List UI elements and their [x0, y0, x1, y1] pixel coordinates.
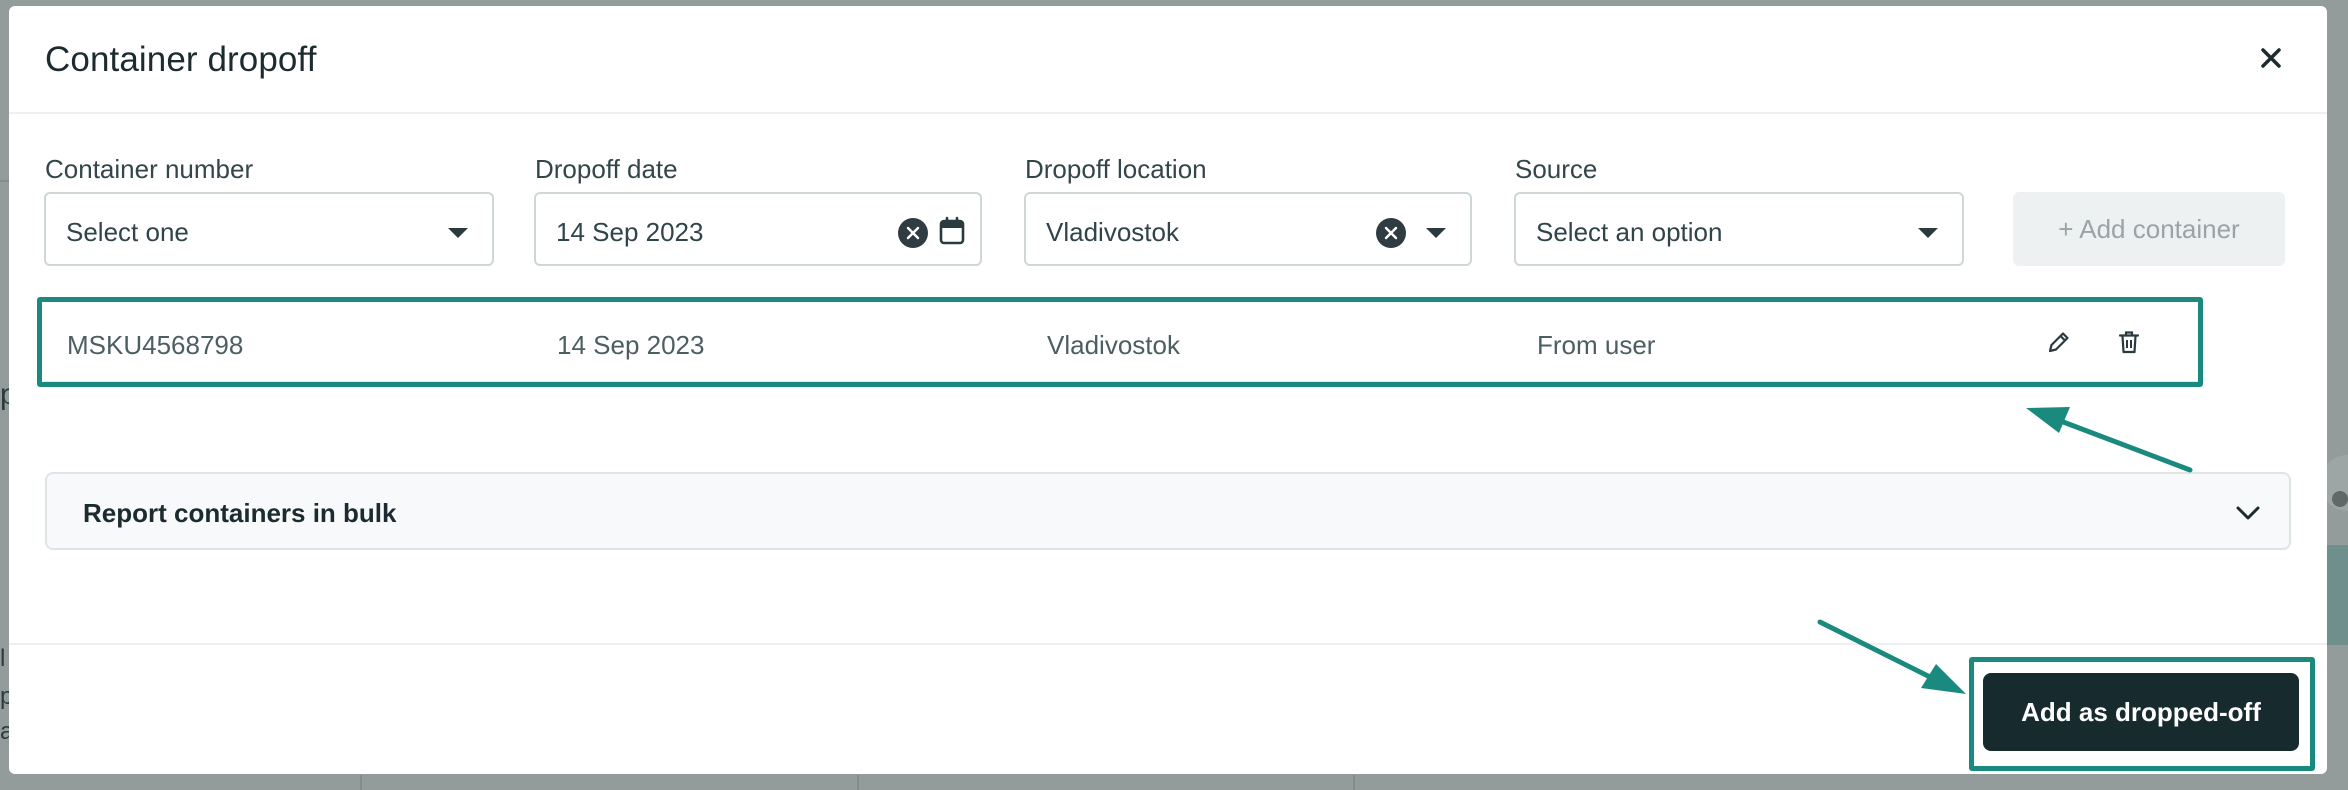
modal-header: Container dropoff: [9, 6, 2327, 114]
clear-location-button[interactable]: [1376, 218, 1406, 248]
modal-title: Container dropoff: [45, 40, 317, 79]
report-bulk-label: Report containers in bulk: [83, 498, 397, 528]
report-bulk-accordion[interactable]: Report containers in bulk: [45, 472, 2291, 550]
clear-icon: [906, 226, 920, 240]
footer-divider: [9, 643, 2327, 645]
row-source: From user: [1537, 330, 1656, 360]
background-divider: [1353, 775, 1355, 790]
container-dropoff-modal: Container dropoff Container number Selec…: [9, 6, 2327, 774]
source-value: Select an option: [1536, 217, 1723, 247]
add-as-dropped-off-button[interactable]: Add as dropped-off: [1983, 673, 2299, 751]
container-number-value: Select one: [66, 217, 189, 247]
chevron-down-icon: [2236, 506, 2260, 520]
background-text-fragment: l: [0, 645, 6, 672]
background-accent-block: [2326, 545, 2348, 645]
dropoff-date-value: 14 Sep 2023: [556, 217, 704, 247]
background-divider: [360, 775, 362, 790]
container-number-label: Container number: [45, 154, 254, 184]
caret-down-icon: [1426, 228, 1446, 238]
row-container-number: MSKU4568798: [67, 330, 244, 360]
row-dropoff-date: 14 Sep 2023: [557, 330, 705, 360]
container-row: MSKU4568798 14 Sep 2023 Vladivostok From…: [43, 302, 2199, 382]
background-divider: [857, 775, 859, 790]
dropoff-location-value: Vladivostok: [1046, 217, 1179, 247]
row-dropoff-location: Vladivostok: [1047, 330, 1180, 360]
dropoff-location-label: Dropoff location: [1025, 154, 1207, 184]
close-button[interactable]: [2255, 42, 2287, 74]
caret-down-icon: [448, 228, 468, 238]
dropoff-location-select[interactable]: Vladivostok: [1024, 192, 1472, 266]
close-icon: [2261, 48, 2281, 68]
add-container-button[interactable]: + Add container: [2013, 192, 2285, 266]
calendar-icon[interactable]: [938, 216, 966, 246]
dropoff-date-label: Dropoff date: [535, 154, 678, 184]
trash-icon[interactable]: [2115, 328, 2143, 356]
source-select[interactable]: Select an option: [1514, 192, 1964, 266]
clear-icon: [1384, 226, 1398, 240]
caret-down-icon: [1918, 228, 1938, 238]
pencil-icon[interactable]: [2045, 328, 2073, 356]
clear-date-button[interactable]: [898, 218, 928, 248]
container-number-select[interactable]: Select one: [44, 192, 494, 266]
source-label: Source: [1515, 154, 1598, 184]
dropoff-date-input[interactable]: 14 Sep 2023: [534, 192, 982, 266]
